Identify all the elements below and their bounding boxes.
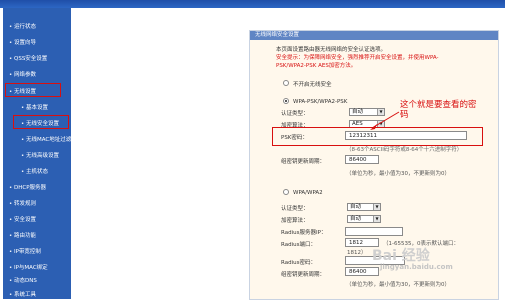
group-key-period-input[interactable]: 86400 <box>345 155 379 164</box>
auth-type2-value: 自动 <box>350 204 362 210</box>
auth-type2-label: 认证类型： <box>281 206 309 212</box>
radius-port-label: Radius端口： <box>281 242 316 248</box>
sidebar-item-dhcp[interactable]: • DHCP服务器 <box>9 183 46 191</box>
auth-type-label: 认证类型： <box>281 111 309 117</box>
sidebar-item-bandwidth[interactable]: • IP带宽控制 <box>9 247 41 255</box>
wireless-settings-highlight <box>5 83 61 97</box>
radius-port-hint-default: 1812） <box>347 250 367 256</box>
annotation-line1: 这个就是要查看的密 <box>400 100 477 110</box>
encryption2-select[interactable]: 自动 ▼ <box>347 215 381 223</box>
radio-wpa[interactable] <box>283 189 289 195</box>
sidebar-menu: • 运行状态 • 设置向导 • QSS安全设置 • 网络参数 • 无线设置 基本… <box>3 8 72 299</box>
sidebar-item-security[interactable]: • 安全设置 <box>9 215 36 223</box>
sidebar-item-status[interactable]: • 运行状态 <box>9 22 36 30</box>
group-key-period2-label: 组密钥更新周期： <box>281 272 326 278</box>
sidebar-item-forwarding[interactable]: • 转发规则 <box>9 199 36 207</box>
chevron-down-icon: ▼ <box>373 216 380 222</box>
sidebar-item-wireless-basic[interactable]: 基本设置 <box>21 103 48 111</box>
watermark-url: jingyan.baidu.com <box>380 263 453 271</box>
watermark-text: Bai 经验 <box>372 248 430 264</box>
chevron-down-icon: ▼ <box>377 109 384 115</box>
security-warning-line2: PSK/WPA2-PSK AES加密方法。 <box>276 63 357 69</box>
sidebar-item-qss[interactable]: • QSS安全设置 <box>9 54 47 62</box>
sidebar-item-system-tools[interactable]: • 系统工具 <box>9 290 36 298</box>
sidebar-item-routing[interactable]: • 路由功能 <box>9 231 36 239</box>
sidebar-item-network[interactable]: • 网络参数 <box>9 70 36 78</box>
top-banner <box>0 0 505 8</box>
intro-text: 本页面设置路由器无线网络的安全认证选项。 <box>276 47 387 53</box>
encryption2-label: 加密算法： <box>281 218 309 224</box>
chevron-down-icon: ▼ <box>373 204 380 210</box>
content-gap <box>71 8 249 299</box>
content-topbar <box>249 8 503 30</box>
wireless-security-highlight <box>13 115 69 129</box>
auth-type-select[interactable]: 自动 ▼ <box>349 108 385 116</box>
group-key-period-hint: （单位为秒，最小值为30，不更新则为0） <box>346 171 450 177</box>
radius-ip-label: Radius服务器IP： <box>281 230 327 236</box>
option-no-security-label: 不开启无线安全 <box>293 82 332 88</box>
encryption2-value: 自动 <box>350 216 362 222</box>
psk-password-label: PSK密码： <box>281 135 308 141</box>
group-key-period-label: 组密钥更新周期： <box>281 159 326 165</box>
security-warning-line1: 安全提示：为保障网络安全，强烈推荐开启安全设置，并使用WPA- <box>276 55 439 61</box>
panel-title: 无线网络安全设置 <box>250 31 498 40</box>
group-key-period2-input[interactable]: 86400 <box>345 267 379 276</box>
psk-password-input[interactable]: 12312311 <box>345 131 467 140</box>
psk-hint: （8-63个ASCII码字符或8-64个十六进制字符） <box>346 147 463 153</box>
radius-ip-input[interactable] <box>345 227 403 236</box>
radius-password-label: Radius密码： <box>281 260 316 266</box>
auth-type2-select[interactable]: 自动 ▼ <box>347 203 381 211</box>
option-wpa-psk-label: WPA-PSK/WPA2-PSK <box>293 99 348 105</box>
sidebar-item-ip-mac-binding[interactable]: • IP与MAC绑定 <box>9 263 48 271</box>
sidebar-item-wireless-advanced[interactable]: 无线高级设置 <box>21 151 59 159</box>
annotation-line2: 码 <box>400 110 409 120</box>
radio-no-security[interactable] <box>283 80 289 86</box>
radio-wpa-psk[interactable] <box>283 98 289 104</box>
group-key-period2-hint: （单位为秒，最小值为30，不更新则为0） <box>346 282 450 288</box>
sidebar-item-host-status[interactable]: 主机状态 <box>21 167 48 175</box>
sidebar-item-wizard[interactable]: • 设置向导 <box>9 38 36 46</box>
sidebar-item-ddns[interactable]: • 动态DNS <box>9 276 37 284</box>
sidebar-item-wireless-mac-filter[interactable]: 无线MAC地址过滤 <box>21 135 71 143</box>
auth-type-value: 自动 <box>352 109 364 115</box>
option-wpa-label: WPA/WPA2 <box>293 190 323 196</box>
